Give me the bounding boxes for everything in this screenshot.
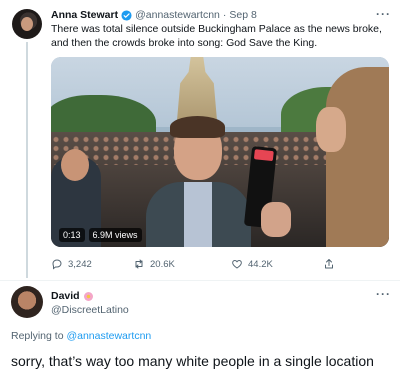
retweet-button[interactable]: 20.6K [133,258,175,270]
tweet-date[interactable]: Sep 8 [229,9,256,22]
tweet-text: There was total silence outside Buckingh… [51,23,382,49]
video-frame-hand [261,202,291,237]
verified-badge-icon [121,10,132,21]
video-frame-woman [316,67,389,247]
reply-button[interactable]: 3,242 [51,258,92,270]
tweet-header: Anna Stewart @annastewartcnn · Sep 8 [51,9,257,22]
replying-prefix: Replying to [11,330,67,342]
heart-icon [232,259,242,269]
video-duration: 0:13 [59,228,85,242]
replying-to-link[interactable]: @annastewartcnn [66,330,151,342]
share-icon [325,259,333,269]
divider [0,280,400,281]
reply-icon [52,259,62,270]
like-count: 44.2K [248,258,273,270]
author-handle[interactable]: @annastewartcnn [135,9,220,22]
share-button[interactable] [323,258,335,270]
thread-line [26,42,28,278]
flower-emoji-icon [83,291,93,301]
avatar[interactable] [12,9,42,39]
author-handle[interactable]: @DiscreetLatino [51,304,129,316]
author-name[interactable]: Anna Stewart [51,9,118,22]
separator-dot: · [222,9,227,21]
like-button[interactable]: 44.2K [231,258,273,270]
reply-header: David [51,290,93,302]
video-player[interactable]: 0:13 6.9M views [51,57,389,247]
author-name[interactable]: David [51,290,80,302]
retweet-count: 20.6K [150,258,175,270]
video-frame-singing-man [146,116,251,247]
video-views: 6.9M views [88,228,142,242]
original-tweet[interactable]: Anna Stewart @annastewartcnn · Sep 8 ···… [0,0,400,280]
avatar[interactable] [11,286,43,318]
more-options-icon[interactable]: ··· [376,287,391,301]
more-options-icon[interactable]: ··· [376,7,391,21]
video-badges: 0:13 6.9M views [59,228,142,242]
reply-count: 3,242 [68,258,92,270]
reply-text: sorry, that’s way too many white people … [11,353,374,369]
retweet-icon [135,259,143,269]
tweet-actions: 3,242 20.6K 44.2K [51,258,389,272]
replying-to: Replying to @annastewartcnn [11,330,151,342]
